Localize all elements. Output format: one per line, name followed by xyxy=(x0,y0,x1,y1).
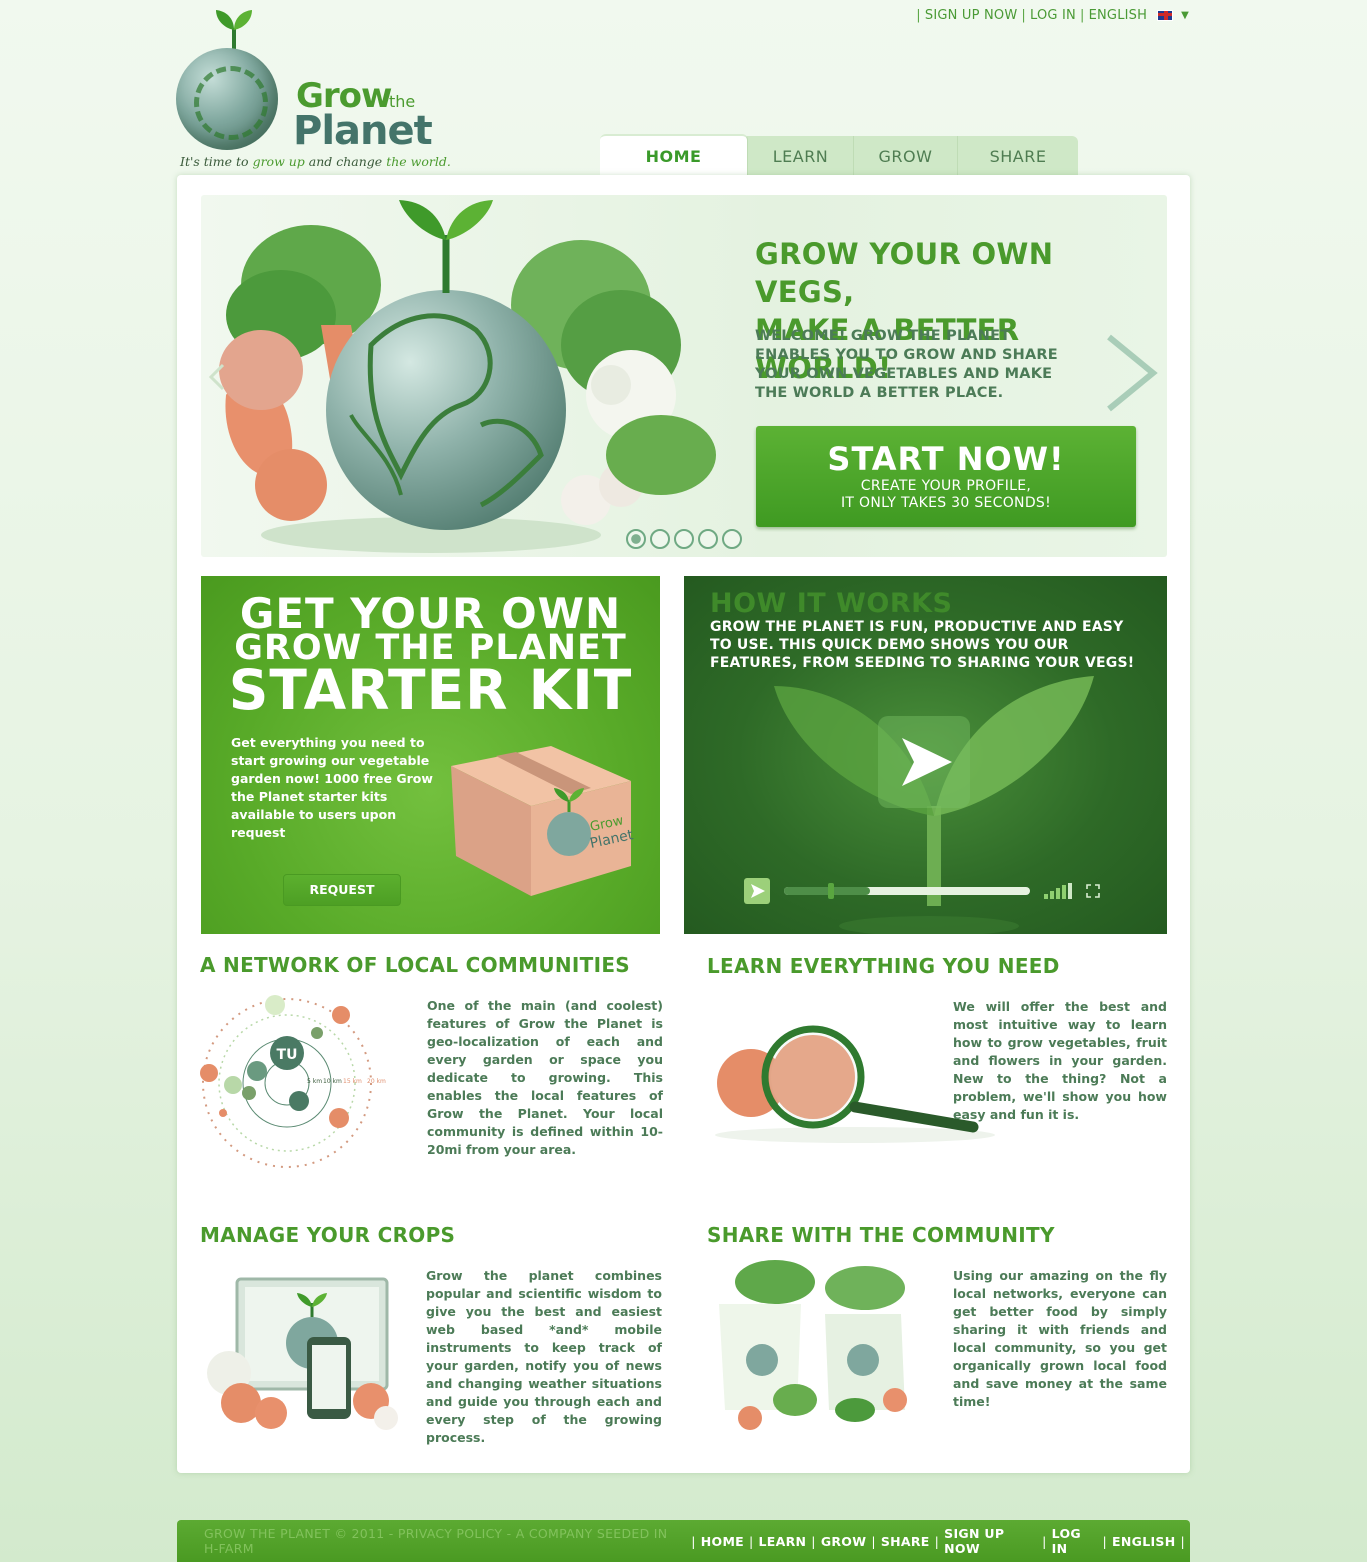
tab-grow[interactable]: GROW xyxy=(854,136,958,176)
separator: | xyxy=(1079,8,1085,23)
starter-kit-banner: GET YOUR OWN GROW THE PLANET STARTER KIT… xyxy=(201,576,660,934)
slide-dot-4[interactable] xyxy=(698,529,718,549)
logo-tagline: It's time to grow up and change the worl… xyxy=(180,154,451,169)
footer-link-login[interactable]: LOG IN xyxy=(1052,1526,1098,1556)
hero-slider: GROW YOUR OWN VEGS, MAKE A BETTER WORLD!… xyxy=(201,195,1167,557)
slide-dot-5[interactable] xyxy=(722,529,742,549)
footer-link-learn[interactable]: LEARN xyxy=(759,1534,807,1549)
footer-link-english[interactable]: ENGLISH xyxy=(1112,1534,1175,1549)
separator: | xyxy=(1042,1533,1047,1549)
how-it-works-video: HOW IT WORKS GROW THE PLANET IS FUN, PRO… xyxy=(684,576,1167,934)
separator: | xyxy=(871,1533,876,1549)
cta-title: START NOW! xyxy=(827,440,1065,478)
how-it-works-description: GROW THE PLANET IS FUN, PRODUCTIVE AND E… xyxy=(710,619,1135,671)
log-in-link[interactable]: LOG IN xyxy=(1030,8,1076,23)
request-button[interactable]: REQUEST xyxy=(283,874,401,906)
manage-section-text: Grow the planet combines popular and sci… xyxy=(426,1268,662,1445)
language-selector[interactable]: ENGLISH xyxy=(1089,8,1148,23)
progress-fill xyxy=(784,887,870,895)
shopping-bags-illustration xyxy=(719,1260,907,1430)
start-now-button[interactable]: START NOW! CREATE YOUR PROFILE, IT ONLY … xyxy=(756,426,1136,527)
sprout-icon xyxy=(216,10,252,53)
devices-illustration xyxy=(207,1277,398,1430)
slide-dot-1[interactable] xyxy=(626,529,646,549)
separator: | xyxy=(811,1533,816,1549)
network-section-text: One of the main (and coolest) features o… xyxy=(427,998,663,1157)
separator: | xyxy=(749,1533,754,1549)
separator: | xyxy=(691,1533,696,1549)
separator: | xyxy=(934,1533,940,1549)
tagline-part: the world. xyxy=(386,154,451,169)
tab-learn[interactable]: LEARN xyxy=(748,136,854,176)
local-network-diagram: TU 5 km 10 km 15 km 20 km xyxy=(200,995,386,1168)
footer-link-grow[interactable]: GROW xyxy=(821,1534,867,1549)
site-logo[interactable]: Grow the Planet It's time to grow up and… xyxy=(176,8,451,173)
ring-label: 5 km xyxy=(307,1078,322,1085)
hero-description: WELCOME! GROW THE PLANET ENABLES YOU TO … xyxy=(755,328,1058,401)
tagline-part: grow up xyxy=(252,154,305,169)
player-play-icon[interactable] xyxy=(744,878,770,904)
tagline-part: It's time to xyxy=(180,154,253,169)
tab-share[interactable]: SHARE xyxy=(958,136,1078,176)
learn-section-title: LEARN EVERYTHING YOU NEED xyxy=(707,954,1060,978)
footer-link-home[interactable]: HOME xyxy=(701,1534,744,1549)
share-section-title: SHARE WITH THE COMMUNITY xyxy=(707,1223,1055,1247)
uk-flag-icon[interactable] xyxy=(1157,10,1174,21)
ring-label: 15 km xyxy=(343,1078,362,1085)
main-nav: HOME LEARN GROW SHARE xyxy=(600,134,1078,176)
chevron-down-icon[interactable]: ▼ xyxy=(1181,10,1189,21)
slide-dot-3[interactable] xyxy=(674,529,694,549)
slide-dot-2[interactable] xyxy=(650,529,670,549)
tagline-part: and change xyxy=(304,154,387,169)
how-it-works-title: HOW IT WORKS xyxy=(710,588,953,619)
footer-copyright: GROW THE PLANET © 2011 - PRIVACY POLICY … xyxy=(204,1526,668,1556)
fullscreen-icon[interactable] xyxy=(1086,884,1100,898)
starter-kit-title: GET YOUR OWN GROW THE PLANET STARTER KIT xyxy=(201,589,660,722)
progress-handle[interactable] xyxy=(828,883,834,899)
footer-link-signup[interactable]: SIGN UP NOW xyxy=(944,1526,1037,1556)
sign-up-link[interactable]: SIGN UP NOW xyxy=(925,8,1018,23)
ring-label: 10 km xyxy=(323,1078,342,1085)
video-play-button[interactable] xyxy=(878,716,970,808)
volume-icon[interactable] xyxy=(1044,883,1072,899)
you-marker-label: TU xyxy=(277,1047,298,1063)
slider-pagination xyxy=(626,529,742,549)
site-footer: GROW THE PLANET © 2011 - PRIVACY POLICY … xyxy=(177,1520,1190,1562)
cta-subtitle: CREATE YOUR PROFILE, xyxy=(860,478,1032,494)
video-progress-bar[interactable] xyxy=(784,883,1030,899)
main-content: GROW YOUR OWN VEGS, MAKE A BETTER WORLD!… xyxy=(177,175,1190,1473)
separator: | xyxy=(1102,1533,1108,1549)
logo-planet-text: Planet xyxy=(293,108,433,154)
network-section-title: A NETWORK OF LOCAL COMMUNITIES xyxy=(200,953,630,977)
learn-section-text: We will offer the best and most intuitiv… xyxy=(953,999,1167,1122)
next-slide-arrow-icon[interactable] xyxy=(1103,333,1159,413)
starter-kit-description: Get everything you need to start growing… xyxy=(231,735,433,840)
cta-subtitle: IT ONLY TAKES 30 SECONDS! xyxy=(840,495,1051,511)
ring-label: 20 km xyxy=(367,1078,386,1085)
tab-home[interactable]: HOME xyxy=(600,134,748,176)
separator: | xyxy=(1180,1533,1186,1549)
kit-title-line: STARTER KIT xyxy=(228,658,633,722)
separator: | xyxy=(1021,8,1026,23)
play-icon xyxy=(902,738,952,786)
magnifying-glass-tomato-illustration xyxy=(715,1025,995,1143)
separator: | xyxy=(916,8,921,23)
globe-icon xyxy=(176,48,278,150)
manage-section-title: MANAGE YOUR CROPS xyxy=(200,1223,456,1247)
share-section-text: Using our amazing on the fly local netwo… xyxy=(953,1268,1167,1409)
hero-title-line: GROW YOUR OWN VEGS, xyxy=(755,237,1054,309)
kit-title-line: GET YOUR OWN xyxy=(239,589,622,638)
starter-kit-box-illustration: Grow Planet xyxy=(451,746,635,896)
globe-vegetables-illustration xyxy=(208,200,716,553)
top-links: | SIGN UP NOW | LOG IN | ENGLISH ▼ xyxy=(916,8,1189,23)
footer-link-share[interactable]: SHARE xyxy=(881,1534,930,1549)
video-controls xyxy=(744,876,1104,906)
